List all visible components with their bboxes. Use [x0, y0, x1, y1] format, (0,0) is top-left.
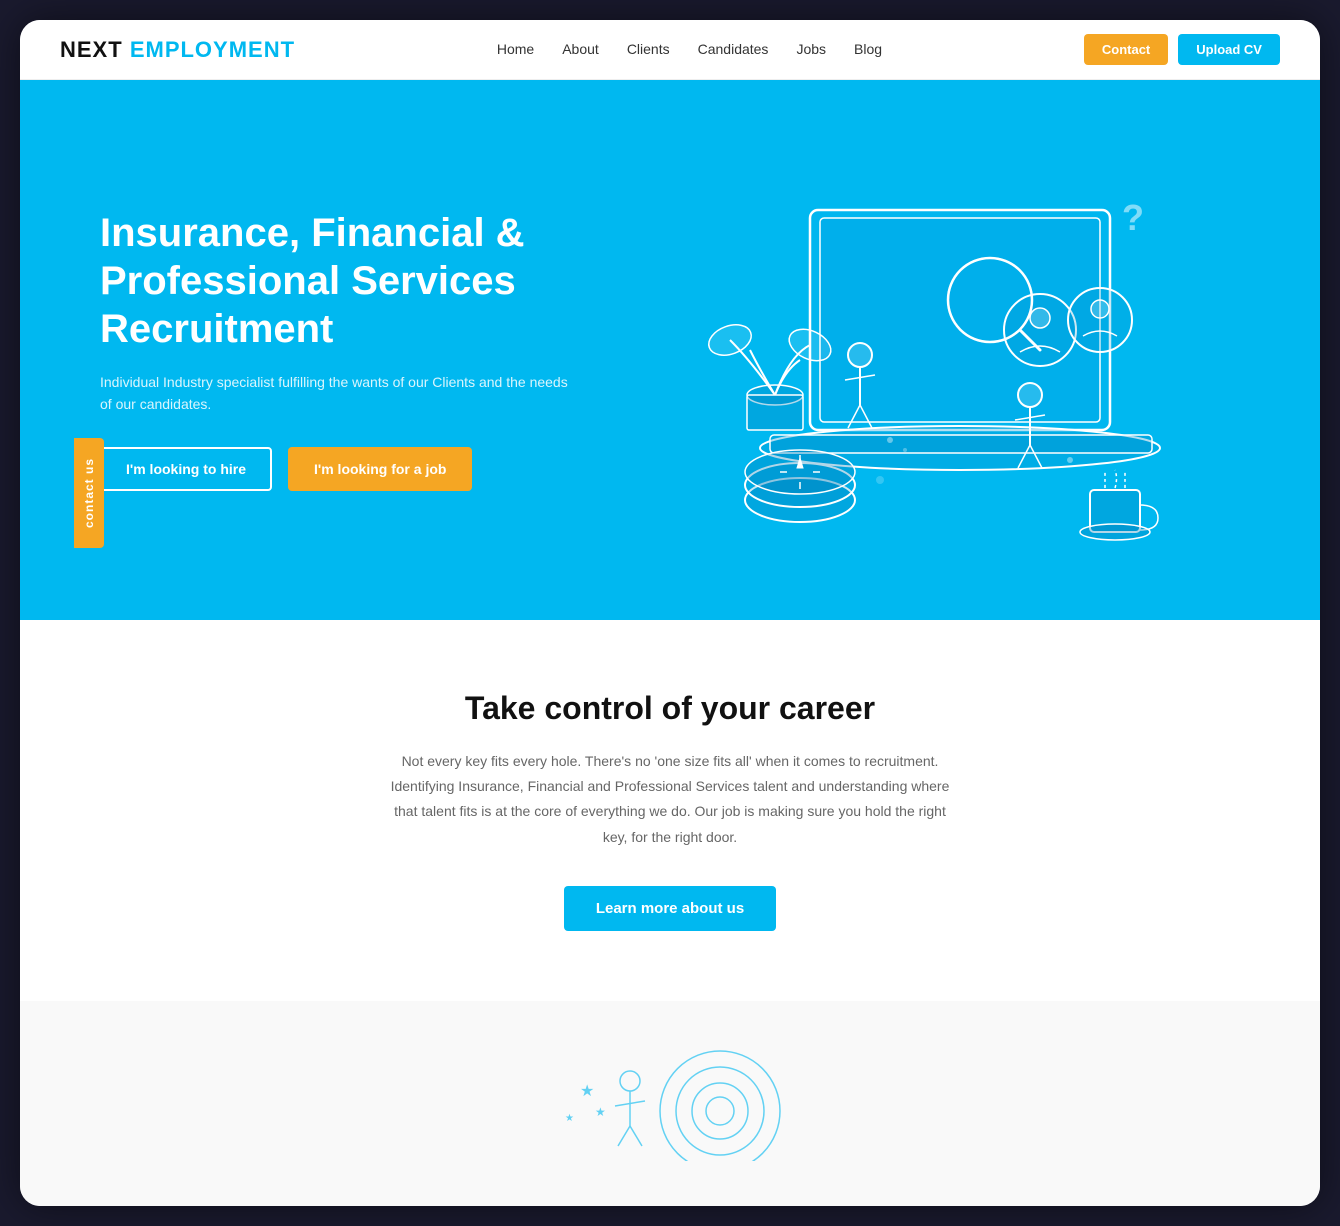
hero-svg: ?	[630, 140, 1190, 560]
learn-more-button[interactable]: Learn more about us	[564, 886, 776, 931]
upload-cv-button[interactable]: Upload CV	[1178, 34, 1280, 65]
logo-next: NEXT	[60, 37, 123, 62]
nav-candidates[interactable]: Candidates	[698, 41, 769, 57]
hero-buttons: I'm looking to hire I'm looking for a jo…	[100, 447, 580, 491]
contact-button[interactable]: Contact	[1084, 34, 1168, 65]
nav-links: Home About Clients Candidates Jobs Blog	[497, 41, 882, 59]
nav-buttons: Contact Upload CV	[1084, 34, 1280, 65]
browser-frame: NEXT EMPLOYMENT Home About Clients Candi…	[20, 20, 1320, 1206]
career-title: Take control of your career	[60, 690, 1280, 727]
nav-blog[interactable]: Blog	[854, 41, 882, 57]
bottom-illustration: ★ ★ ★	[520, 1041, 820, 1166]
logo-employment: EMPLOYMENT	[130, 37, 295, 62]
nav-jobs[interactable]: Jobs	[796, 41, 826, 57]
looking-for-job-button[interactable]: I'm looking for a job	[288, 447, 472, 491]
looking-to-hire-button[interactable]: I'm looking to hire	[100, 447, 272, 491]
navbar: NEXT EMPLOYMENT Home About Clients Candi…	[20, 20, 1320, 80]
logo: NEXT EMPLOYMENT	[60, 37, 295, 63]
bottom-section: ★ ★ ★	[20, 1001, 1320, 1206]
career-section: Take control of your career Not every ke…	[20, 620, 1320, 1001]
svg-text:★: ★	[595, 1105, 606, 1119]
nav-about[interactable]: About	[562, 41, 599, 57]
contact-side-tab[interactable]: contact us	[74, 438, 104, 548]
svg-text:?: ?	[1122, 197, 1144, 238]
hero-subtitle: Individual Industry specialist fulfillin…	[100, 371, 580, 416]
hero-illustration: ?	[580, 140, 1240, 560]
nav-clients[interactable]: Clients	[627, 41, 670, 57]
svg-text:★: ★	[565, 1113, 574, 1124]
career-description: Not every key fits every hole. There's n…	[380, 749, 960, 850]
hero-content: Insurance, Financial & Professional Serv…	[100, 209, 580, 492]
nav-home[interactable]: Home	[497, 41, 534, 57]
hero-section: Insurance, Financial & Professional Serv…	[20, 80, 1320, 620]
hero-title: Insurance, Financial & Professional Serv…	[100, 209, 580, 353]
svg-text:★: ★	[580, 1083, 594, 1100]
